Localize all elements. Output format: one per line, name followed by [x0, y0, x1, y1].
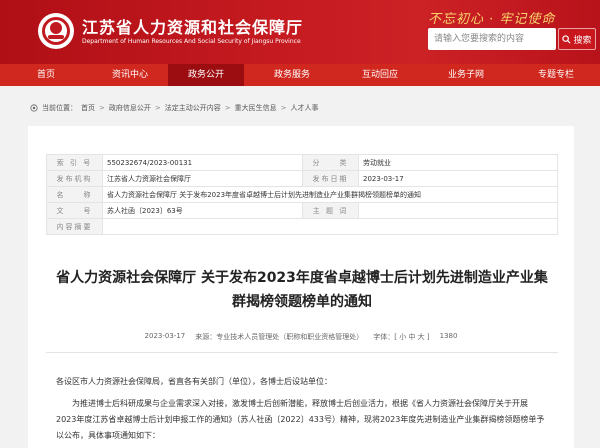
article-card: 索 引 号 550232674/2023-00131 分 类 劳动就业 发布机构…: [28, 126, 574, 448]
meta-label: 文 号: [46, 202, 103, 219]
breadcrumb-home[interactable]: 首页: [81, 103, 95, 113]
nav-item-news[interactable]: 资讯中心: [92, 64, 168, 86]
article-source: 来源：专业技术人员管理处（职称和职业资格管理处）: [195, 333, 364, 341]
slogan: 不忘初心 · 牢记使命: [428, 12, 556, 27]
meta-label: 内容摘要: [46, 218, 103, 235]
page-title: 省人力资源社会保障厅 关于发布2023年度省卓越博士后计划先进制造业产业集群揭榜…: [56, 270, 548, 310]
site-header: 江苏省人力资源和社会保障厅 Department of Human Resour…: [0, 0, 600, 64]
meta-label: 索 引 号: [46, 154, 103, 171]
meta-label: 主 题 词: [302, 202, 359, 219]
search-icon: [562, 34, 571, 44]
divider: [46, 352, 558, 353]
meta-value: [102, 218, 558, 235]
table-row: 文 号 苏人社函〔2023〕63号 主 题 词: [46, 202, 558, 219]
meta-label: 发布机构: [46, 170, 103, 187]
article-salutation: 各设区市人力资源社会保障局，省直各有关部门（单位），各博士后设站单位：: [56, 377, 332, 386]
meta-label: 分 类: [302, 154, 359, 171]
meta-value: 苏人社函〔2023〕63号: [102, 202, 303, 219]
breadcrumb-separator: >: [280, 104, 287, 112]
table-row: 索 引 号 550232674/2023-00131 分 类 劳动就业: [46, 154, 558, 171]
meta-label: 名 称: [46, 186, 103, 203]
breadcrumb-gov-info[interactable]: 政府信息公开: [109, 103, 151, 113]
nav-item-home[interactable]: 首页: [0, 64, 92, 86]
meta-label: 发布日期: [302, 170, 359, 187]
nav-item-gov-service[interactable]: 政务服务: [244, 64, 340, 86]
table-row: 发布机构 江苏省人力资源社会保障厅 发布日期 2023-03-17: [46, 170, 558, 187]
article-info: 2023-03-17 来源：专业技术人员管理处（职称和职业资格管理处） 字体：[…: [28, 332, 574, 342]
meta-value: 2023-03-17: [358, 170, 558, 187]
search-button[interactable]: 搜索: [558, 28, 596, 50]
nav-item-subnet[interactable]: 业务子网: [420, 64, 512, 86]
breadcrumb-separator: >: [154, 104, 161, 112]
publish-date: 2023-03-17: [144, 332, 186, 340]
breadcrumb-separator: >: [99, 104, 105, 112]
breadcrumb-separator: >: [224, 104, 231, 112]
site-logo-icon[interactable]: [38, 13, 74, 49]
nav-item-interaction[interactable]: 互动回应: [340, 64, 420, 86]
search-button-label: 搜索: [573, 35, 592, 46]
article-paragraph: 为推进博士后科研成果与企业需求深入对接，激发博士后创新潜能，释放博士后创业活力，…: [56, 399, 545, 440]
location-icon: [30, 104, 38, 112]
table-row: 名 称 省人力资源社会保障厅 关于发布2023年度省卓越博士后计划先进制造业产业…: [46, 186, 558, 203]
nav-item-topics[interactable]: 专题专栏: [512, 64, 600, 86]
nav-item-gov-open[interactable]: 政务公开: [168, 64, 244, 86]
breadcrumb-prefix: 当前位置：: [42, 104, 77, 112]
meta-value: 江苏省人力资源社会保障厅: [102, 170, 303, 187]
breadcrumb-talent[interactable]: 人才人事: [291, 103, 319, 113]
meta-value: [358, 202, 558, 219]
main-nav: 首页 资讯中心 政务公开 政务服务 互动回应 业务子网 专题专栏: [0, 64, 600, 86]
metadata-table: 索 引 号 550232674/2023-00131 分 类 劳动就业 发布机构…: [46, 154, 558, 235]
view-count: 1380: [439, 332, 458, 340]
site-title[interactable]: 江苏省人力资源和社会保障厅: [82, 14, 303, 38]
font-size-switcher[interactable]: 字体：[ 小 中 大 ]: [373, 332, 429, 342]
table-row: 内容摘要: [46, 218, 558, 235]
meta-value: 省人力资源社会保障厅 关于发布2023年度省卓越博士后计划先进制造业产业集群揭榜…: [102, 186, 558, 203]
breadcrumb-livelihood[interactable]: 重大民生信息: [235, 103, 277, 113]
breadcrumb-statutory[interactable]: 法定主动公开内容: [165, 103, 221, 113]
search-input[interactable]: [428, 28, 556, 50]
meta-value: 550232674/2023-00131: [102, 154, 303, 171]
site-subtitle: Department of Human Resources And Social…: [82, 38, 301, 45]
meta-value: 劳动就业: [358, 154, 558, 171]
breadcrumb: 当前位置： 首页 > 政府信息公开 > 法定主动公开内容 > 重大民生信息 > …: [30, 101, 319, 115]
